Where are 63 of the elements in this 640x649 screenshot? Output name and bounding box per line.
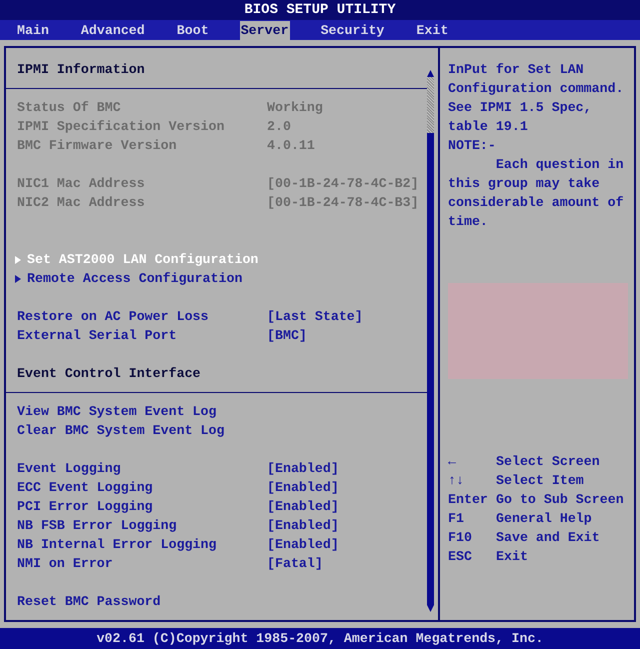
tab[interactable]: Security bbox=[320, 20, 386, 40]
option-value[interactable]: [Fatal] bbox=[267, 556, 424, 571]
key-action: Save and Exit bbox=[496, 529, 601, 547]
option-label[interactable]: Restore on AC Power Loss bbox=[17, 309, 267, 324]
option-value[interactable]: [Last State] bbox=[267, 309, 424, 324]
menu-item[interactable]: Clear BMC System Event Log bbox=[17, 423, 267, 438]
option-label[interactable]: NB Internal Error Logging bbox=[17, 537, 267, 552]
section-heading: IPMI Information bbox=[17, 62, 146, 77]
key-action: Go to Sub Screen bbox=[496, 491, 625, 509]
help-text: considerable amount of bbox=[448, 194, 625, 212]
option-label[interactable]: PCI Error Logging bbox=[17, 499, 267, 514]
help-text: time. bbox=[448, 213, 489, 231]
info-value: 2.0 bbox=[267, 119, 292, 134]
option-label[interactable]: ECC Event Logging bbox=[17, 480, 267, 495]
info-label: Status Of BMC bbox=[17, 100, 122, 115]
help-text: this group may take bbox=[448, 175, 601, 193]
window-title: BIOS SETUP UTILITY bbox=[244, 2, 396, 18]
key-action: Select Item bbox=[496, 472, 585, 490]
key-name: ↑↓ bbox=[448, 472, 465, 490]
triangle-icon bbox=[15, 256, 21, 264]
info-value: [00-1B-24-78-4C-B2] bbox=[267, 176, 420, 191]
info-label: IPMI Specification Version bbox=[17, 119, 226, 134]
option-value[interactable]: [Enabled] bbox=[267, 499, 424, 514]
key-name: ESC bbox=[448, 548, 473, 566]
key-name: ← bbox=[448, 453, 457, 471]
info-label: NIC1 Mac Address bbox=[17, 176, 146, 191]
tab[interactable]: Exit bbox=[415, 20, 450, 40]
key-name: Enter bbox=[448, 491, 489, 509]
help-text: InPut for Set LAN bbox=[448, 61, 585, 79]
option-label[interactable]: External Serial Port bbox=[17, 328, 267, 343]
help-text: NOTE:- bbox=[448, 137, 497, 155]
info-label: NIC2 Mac Address bbox=[17, 195, 146, 210]
tab[interactable]: Main bbox=[16, 20, 50, 40]
key-action: General Help bbox=[496, 510, 593, 528]
option-value[interactable]: [Enabled] bbox=[267, 537, 424, 552]
help-text: table 19.1 bbox=[448, 118, 529, 136]
help-text: Configuration command. bbox=[448, 80, 625, 98]
key-name: F1 bbox=[448, 510, 465, 528]
option-label[interactable]: Event Logging bbox=[17, 461, 267, 476]
option-value[interactable]: [Enabled] bbox=[267, 480, 424, 495]
menu-item[interactable]: View BMC System Event Log bbox=[17, 404, 267, 419]
info-value: Working bbox=[267, 100, 324, 115]
info-value: 4.0.11 bbox=[267, 138, 316, 153]
option-value[interactable]: [Enabled] bbox=[267, 518, 424, 533]
tab[interactable]: Server bbox=[240, 20, 290, 40]
option-value[interactable]: [Enabled] bbox=[267, 461, 424, 476]
section-heading: Event Control Interface bbox=[17, 366, 202, 381]
tab[interactable]: Boot bbox=[176, 20, 210, 40]
menu-item[interactable]: Reset BMC Password bbox=[17, 594, 267, 609]
info-value: [00-1B-24-78-4C-B3] bbox=[267, 195, 420, 210]
key-name: F10 bbox=[448, 529, 473, 547]
submenu-item[interactable]: Remote Access Configuration bbox=[27, 271, 242, 286]
triangle-icon bbox=[15, 274, 21, 282]
copyright-text: v02.61 (C)Copyright 1985-2007, American Megatrends, Inc. bbox=[96, 631, 544, 646]
key-action: Exit bbox=[496, 548, 529, 566]
tab[interactable]: Advanced bbox=[80, 20, 146, 40]
option-value[interactable]: [BMC] bbox=[267, 328, 424, 343]
key-action: Select Screen bbox=[496, 453, 601, 471]
info-label: BMC Firmware Version bbox=[17, 138, 178, 153]
help-text: Each question in bbox=[494, 156, 625, 174]
option-label[interactable]: NMI on Error bbox=[17, 556, 267, 571]
help-text: See IPMI 1.5 Spec, bbox=[448, 99, 593, 117]
option-label[interactable]: NB FSB Error Logging bbox=[17, 518, 267, 533]
